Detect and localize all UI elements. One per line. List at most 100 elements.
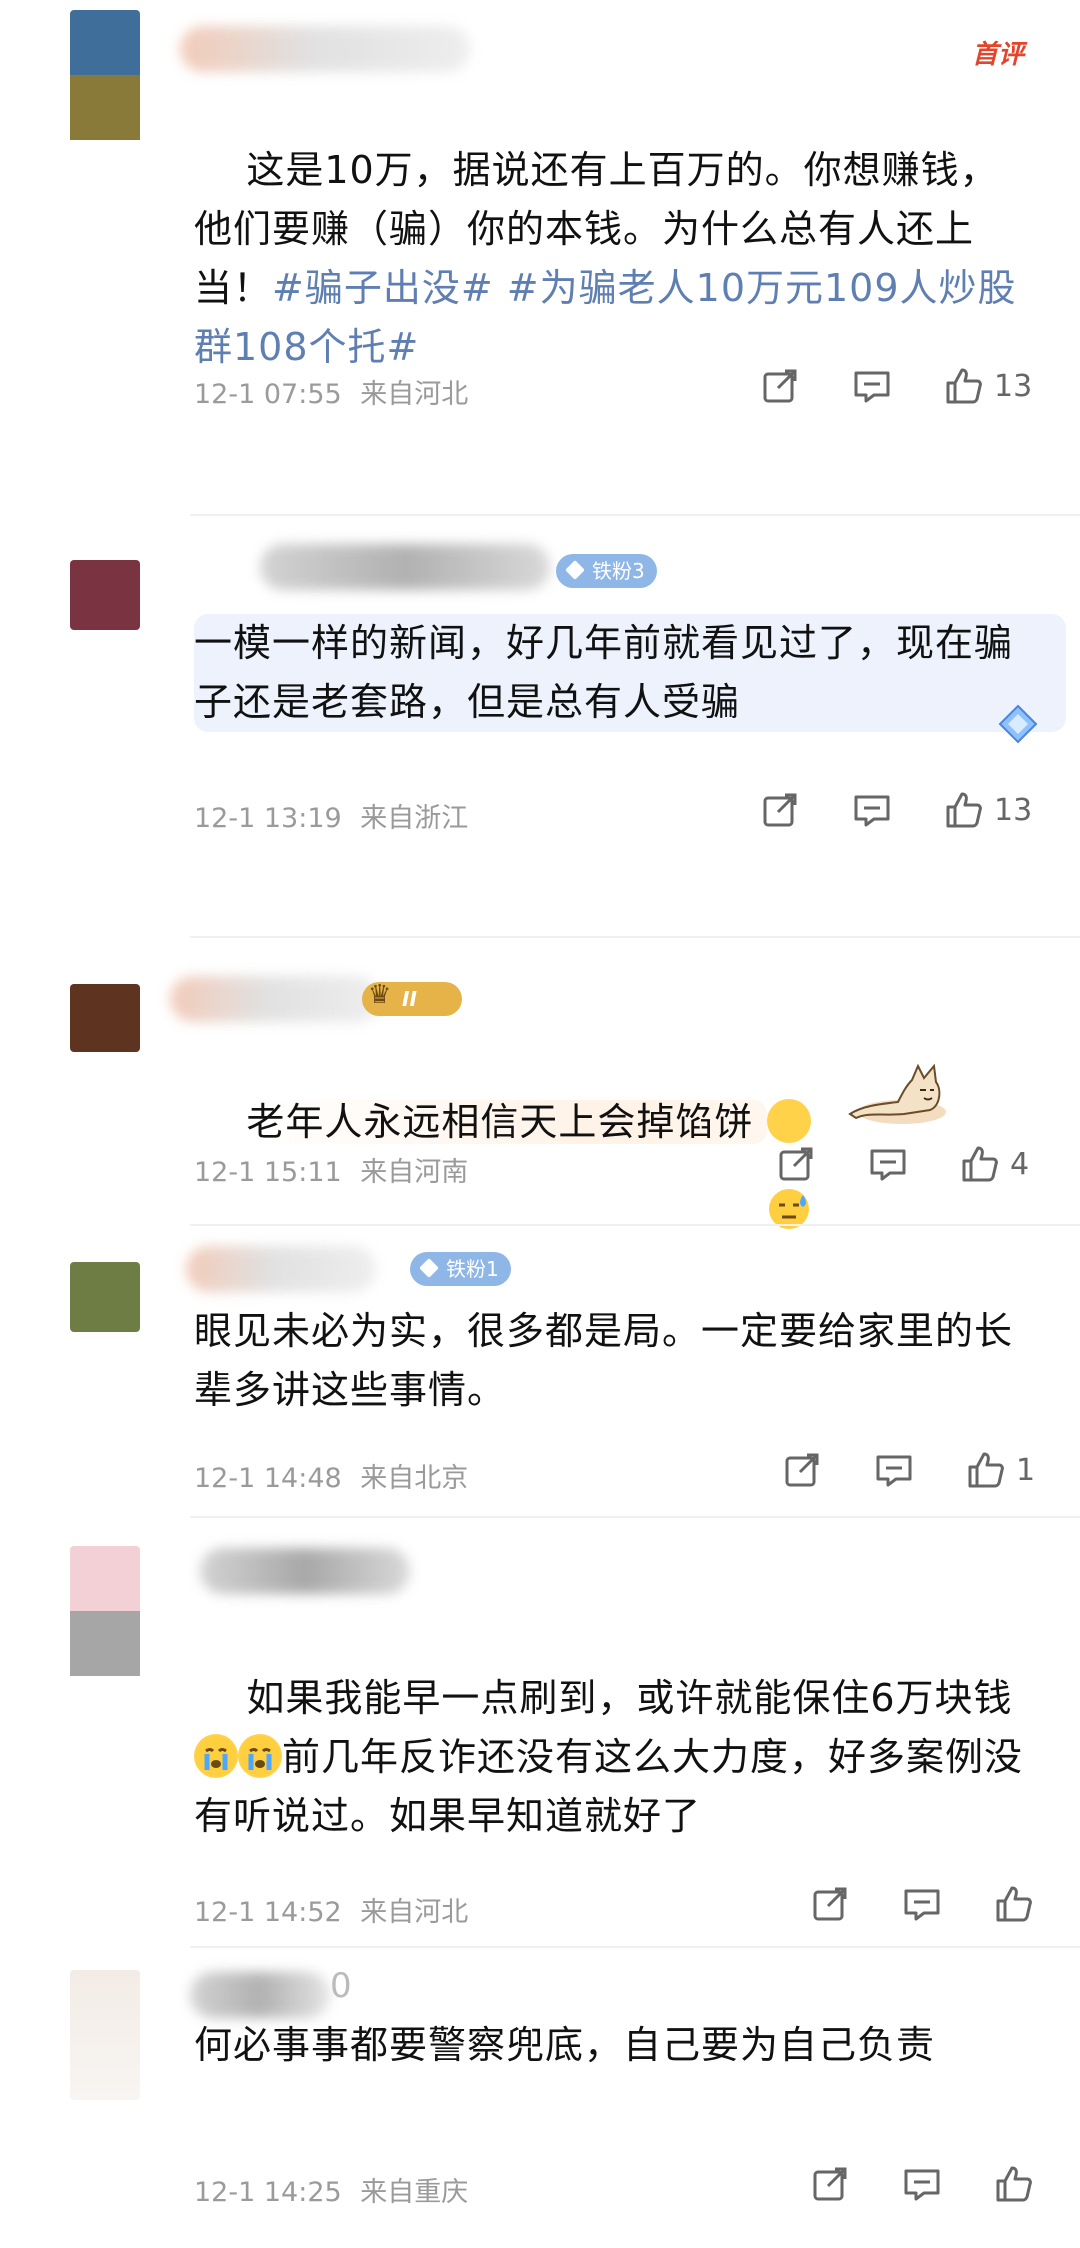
comment-button[interactable] xyxy=(852,790,892,830)
comment-actions xyxy=(810,1884,1044,1924)
share-button[interactable] xyxy=(782,1450,822,1490)
like-button[interactable]: 13 xyxy=(944,790,1032,830)
timestamp: 12-1 07:55 xyxy=(194,379,342,410)
location: 来自河北 xyxy=(360,1897,469,1928)
comment-meta: 12-1 15:11 来自河南 xyxy=(194,1150,468,1189)
share-button[interactable] xyxy=(810,1884,850,1924)
comment-meta: 12-1 14:52 来自河北 xyxy=(194,1890,468,1929)
comment-actions: 4 xyxy=(776,1144,1029,1184)
comment-1: 首评 这是10万，据说还有上百万的。你想赚钱，他们要赚（骗）你的本钱。为什么总有… xyxy=(0,0,1080,480)
avatar[interactable] xyxy=(70,1970,140,2100)
comment-4: 铁粉1 眼见未必为实，很多都是局。一定要给家里的长辈多讲这些事情。 12-1 1… xyxy=(0,1228,1080,1518)
comment-icon xyxy=(904,1889,940,1921)
comment-meta: 12-1 14:25 来自重庆 xyxy=(194,2170,468,2209)
sweat-face-emoji xyxy=(767,1098,812,1229)
timestamp: 12-1 14:25 xyxy=(194,2177,342,2208)
comment-button[interactable] xyxy=(868,1144,908,1184)
comment-button[interactable] xyxy=(852,366,892,406)
crying-face-emoji xyxy=(238,1733,282,1778)
share-button[interactable] xyxy=(810,2164,850,2204)
share-icon xyxy=(779,1147,813,1181)
comment-6: 0 何必事事都要警察兜底，自己要为自己负责 12-1 14:25 来自重庆 xyxy=(0,1950,1080,2248)
comment-button[interactable] xyxy=(902,2164,942,2204)
location: 来自重庆 xyxy=(360,2177,469,2208)
username-blurred[interactable] xyxy=(200,1548,410,1594)
comment-meta: 12-1 13:19 来自浙江 xyxy=(194,796,468,835)
comment-text: 如果我能早一点刷到，或许就能保住6万块钱前几年反诈还没有这么大力度，好多案例没有… xyxy=(194,1610,1036,1905)
username-blurred[interactable] xyxy=(260,544,550,590)
timestamp: 12-1 14:48 xyxy=(194,1463,342,1494)
thumbs-up-icon xyxy=(946,792,982,828)
top-comment-tag: 首评 xyxy=(972,40,1025,70)
timestamp: 12-1 14:52 xyxy=(194,1897,342,1928)
comment-2: 铁粉3 一模一样的新闻，好几年前就看见过了，现在骗子还是老套路，但是总有人受骗 … xyxy=(0,520,1080,930)
timestamp: 12-1 13:19 xyxy=(194,803,342,834)
comment-actions: 13 xyxy=(760,790,1032,830)
divider xyxy=(190,936,1080,938)
thumbs-up-icon xyxy=(996,1886,1032,1922)
divider xyxy=(190,1224,1080,1226)
avatar[interactable] xyxy=(70,1546,140,1676)
comment-icon xyxy=(876,1455,912,1487)
username-blurred[interactable] xyxy=(180,26,470,72)
like-button[interactable]: 1 xyxy=(966,1450,1035,1490)
divider xyxy=(190,1516,1080,1518)
location: 来自北京 xyxy=(360,1463,469,1494)
comment-body: 老年人永远相信天上会掉馅饼 xyxy=(246,1100,768,1144)
comment-3: II 老年人永远相信天上会掉馅饼 12-1 15:11 来自河南 4 xyxy=(0,940,1080,1230)
share-button[interactable] xyxy=(760,366,800,406)
like-count: 13 xyxy=(994,792,1033,828)
comment-meta: 12-1 14:48 来自北京 xyxy=(194,1456,468,1495)
member-level-badge[interactable]: II xyxy=(362,978,462,1016)
timestamp: 12-1 15:11 xyxy=(194,1157,342,1188)
avatar[interactable] xyxy=(70,1262,140,1332)
comment-meta: 12-1 07:55 来自河北 xyxy=(194,372,468,411)
like-count: 4 xyxy=(1010,1146,1030,1182)
location: 来自河南 xyxy=(360,1157,469,1188)
divider xyxy=(190,514,1080,516)
diamond-sticker xyxy=(998,704,1038,744)
comment-icon xyxy=(904,2169,940,2201)
fan-level-badge[interactable]: 铁粉1 xyxy=(410,1252,511,1286)
comment-text: 一模一样的新闻，好几年前就看见过了，现在骗子还是老套路，但是总有人受骗 xyxy=(194,614,1066,732)
share-icon xyxy=(763,793,797,827)
comment-text: 眼见未必为实，很多都是局。一定要给家里的长辈多讲这些事情。 xyxy=(194,1309,1014,1412)
comment-button[interactable] xyxy=(902,1884,942,1924)
comment-text: 何必事事都要警察兜底，自己要为自己负责 xyxy=(194,2023,936,2067)
comment-button[interactable] xyxy=(874,1450,914,1490)
share-icon xyxy=(785,1453,819,1487)
comment-actions xyxy=(810,2164,1044,2204)
divider xyxy=(190,1946,1080,1948)
thumbs-up-icon xyxy=(968,1452,1004,1488)
avatar[interactable] xyxy=(70,10,140,140)
like-count: 1 xyxy=(1016,1452,1036,1488)
username-blurred[interactable] xyxy=(186,1246,376,1292)
comment-5: 如果我能早一点刷到，或许就能保住6万块钱前几年反诈还没有这么大力度，好多案例没有… xyxy=(0,1520,1080,1954)
avatar[interactable] xyxy=(70,984,140,1052)
like-button[interactable]: 13 xyxy=(944,366,1032,406)
comment-body-b: 前几年反诈还没有这么大力度，好多案例没有听说过。如果早知道就好了 xyxy=(194,1735,1024,1838)
like-button[interactable]: 4 xyxy=(960,1144,1029,1184)
like-button[interactable] xyxy=(994,2164,1044,2204)
share-icon xyxy=(763,369,797,403)
like-button[interactable] xyxy=(994,1884,1044,1924)
share-button[interactable] xyxy=(776,1144,816,1184)
comment-body-a: 如果我能早一点刷到，或许就能保住6万块钱 xyxy=(246,1676,1013,1720)
username-fragment[interactable]: 0 xyxy=(330,1966,352,2006)
comment-actions: 1 xyxy=(782,1450,1035,1490)
comment-icon xyxy=(870,1149,906,1181)
cat-sticker xyxy=(842,1060,952,1130)
comment-icon xyxy=(854,371,890,403)
thumbs-up-icon xyxy=(996,2166,1032,2202)
spacer-text xyxy=(494,266,507,310)
location: 来自河北 xyxy=(360,379,469,410)
share-button[interactable] xyxy=(760,790,800,830)
avatar[interactable] xyxy=(70,560,140,630)
topic-link-scammer[interactable]: #骗子出没# xyxy=(272,266,494,310)
username-blurred[interactable] xyxy=(170,976,380,1022)
fan-level-badge[interactable]: 铁粉3 xyxy=(556,554,657,588)
share-icon xyxy=(813,2167,847,2201)
username-blurred[interactable] xyxy=(190,1972,330,2018)
comment-icon xyxy=(854,795,890,827)
crying-face-emoji xyxy=(194,1733,238,1778)
